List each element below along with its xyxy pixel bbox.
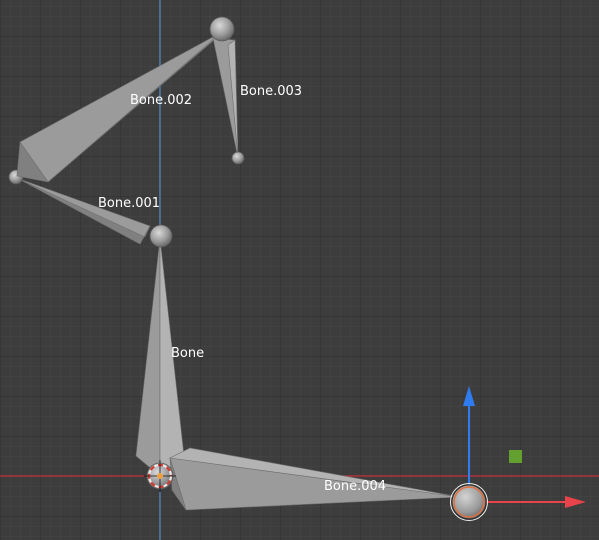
bone-bone-004[interactable]	[168, 447, 461, 511]
bone-003-tail-joint[interactable]	[231, 151, 245, 165]
bone-003-head-joint[interactable]	[209, 16, 235, 42]
bone-label-bone-002: Bone.002	[130, 93, 192, 108]
move-gizmo[interactable]	[450, 386, 587, 521]
bone-label-bone-001: Bone.001	[98, 196, 160, 211]
move-gizmo-y-arrow-icon[interactable]	[463, 386, 475, 406]
move-gizmo-plane-handle-icon[interactable]	[509, 450, 522, 463]
bone-bone-003[interactable]	[209, 16, 245, 165]
bone-004-tail-joint[interactable]	[451, 484, 487, 520]
3d-viewport[interactable]: Bone.002 Bone.003 Bone.001 Bone Bone.004	[0, 0, 599, 540]
move-gizmo-x-arrow-icon[interactable]	[565, 496, 586, 508]
bone-label-bone-004: Bone.004	[324, 479, 386, 494]
bone-label-bone-003: Bone.003	[240, 84, 302, 99]
bone-head-joint[interactable]	[149, 224, 173, 248]
bone-label-bone: Bone	[171, 346, 204, 361]
viewport-canvas: Bone.002 Bone.003 Bone.001 Bone Bone.004	[0, 0, 599, 540]
